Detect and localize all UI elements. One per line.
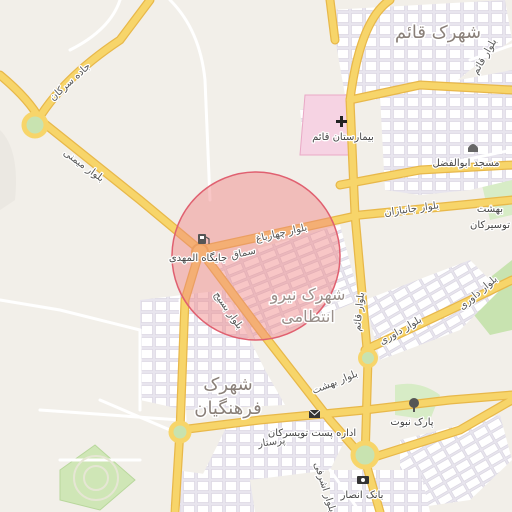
- poi-label-gas-station: جایگاه المهدی: [169, 252, 227, 264]
- map-layer: شهرک قائم شهرک نیرو انتظامی شهرک فرهنگیا…: [0, 0, 512, 512]
- mail-icon[interactable]: [308, 409, 321, 418]
- district-label-niroo-2: انتظامی: [281, 307, 335, 326]
- poi-label-post-office: اداره پست تویسرکان: [268, 428, 356, 439]
- map-canvas[interactable]: شهرک قائم شهرک نیرو انتظامی شهرک فرهنگیا…: [0, 0, 512, 512]
- bank-icon[interactable]: [357, 476, 369, 484]
- poi-label-cemetery-1: بهشت: [477, 204, 503, 215]
- district-label-farhangian-1: شهرک: [203, 374, 252, 395]
- district-label-ghaem: شهرک قائم: [395, 22, 481, 43]
- district-label-farhangian-2: فرهنگیان: [194, 397, 262, 419]
- poi-label-park: پارک نبوت: [390, 417, 433, 428]
- poi-label-cemetery-2: توسیرکان: [470, 220, 510, 231]
- poi-label-bank: بانک انصار: [340, 490, 384, 501]
- district-label-niroo-1: شهرک نیرو: [270, 285, 346, 305]
- poi-label-hospital: بیمارستان قائم: [312, 132, 374, 143]
- poi-label-mosque: مسجد ابوالفضل: [432, 158, 499, 169]
